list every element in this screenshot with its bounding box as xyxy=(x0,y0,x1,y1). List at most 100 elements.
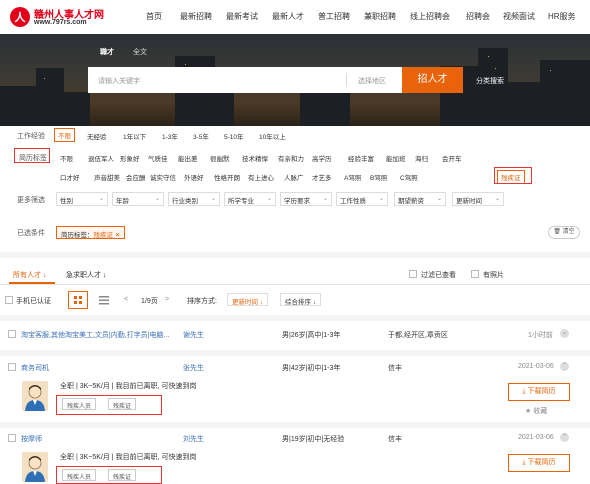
work-exp-option[interactable]: 3-5年 xyxy=(193,131,209,141)
filter-dropdown[interactable]: 工作性质 ⌄ xyxy=(336,192,388,206)
filter-viewed-checkbox[interactable] xyxy=(409,270,417,278)
area-select[interactable]: 选择地区 xyxy=(358,76,386,86)
has-photo-checkbox[interactable] xyxy=(471,270,479,278)
nav-parttime-jobs[interactable]: 兼职招聘 xyxy=(364,11,396,22)
resume-tag-option[interactable]: 退伍军人 xyxy=(88,153,114,163)
work-exp-option[interactable]: 5-10年 xyxy=(224,131,244,141)
resume-title[interactable]: 淘宝客服,其他淘宝美工,文员|内勤,打字员|电脑... xyxy=(21,330,169,340)
grid-view-button[interactable] xyxy=(68,291,88,309)
filter-dropdown[interactable]: 性别 ⌄ xyxy=(56,192,108,206)
prev-page-icon[interactable]: < xyxy=(124,296,128,303)
resume-tag-option[interactable]: 能出差 xyxy=(178,153,198,163)
work-exp-label: 工作经验 xyxy=(17,133,45,140)
resume-tag-option[interactable]: 人脉广 xyxy=(284,172,304,182)
resume-tag-option[interactable]: 会开车 xyxy=(442,153,462,163)
row-checkbox[interactable] xyxy=(8,330,16,338)
nav-latest-jobs[interactable]: 最新招聘 xyxy=(180,11,212,22)
filter-dropdown[interactable]: 行业类别 ⌄ xyxy=(168,192,220,206)
resume-tag-option[interactable]: 高学历 xyxy=(312,153,332,163)
resume-tag-option[interactable]: 口才好 xyxy=(60,172,80,182)
work-exp-option[interactable]: 不限 xyxy=(54,128,75,142)
favorite-button[interactable]: ★ 收藏 xyxy=(525,406,547,416)
avatar[interactable] xyxy=(22,381,48,411)
nav-latest-talent[interactable]: 最新人才 xyxy=(272,11,304,22)
next-page-icon[interactable]: > xyxy=(165,296,169,303)
row-checkbox[interactable] xyxy=(8,363,16,371)
section-gap xyxy=(0,252,590,258)
sort-overall-button[interactable]: 综合排序 ↓ xyxy=(280,293,322,306)
resume-tag-option[interactable]: 能加班 xyxy=(386,153,406,163)
resume-tag-option[interactable]: 技术精悍 xyxy=(242,153,268,163)
resume-tag-option[interactable]: 性格开朗 xyxy=(214,172,240,182)
verified-checkbox[interactable] xyxy=(5,296,13,304)
filter-dropdown[interactable]: 年龄 ⌄ xyxy=(112,192,164,206)
resume-tag-option[interactable]: 外语好 xyxy=(184,172,204,182)
filter-dropdown[interactable]: 所学专业 ⌄ xyxy=(224,192,276,206)
resume-tag-option[interactable]: B驾照 xyxy=(370,172,387,182)
resume-tag-option[interactable]: A驾照 xyxy=(344,172,361,182)
chevron-down-icon: ⌄ xyxy=(494,196,500,202)
resume-tag-option[interactable]: C驾照 xyxy=(400,172,418,182)
search-tab-talent[interactable]: 職才 xyxy=(100,47,114,57)
avatar[interactable] xyxy=(22,452,48,482)
resume-tag-option[interactable]: 声音甜美 xyxy=(94,172,120,182)
download-resume-button[interactable]: ⤓ 下载简历 xyxy=(508,383,570,401)
clear-button[interactable]: 🗑 清空 xyxy=(548,226,580,239)
person-icon xyxy=(25,385,45,411)
search-divider xyxy=(346,73,347,87)
nav-general-jobs[interactable]: 普工招聘 xyxy=(318,11,350,22)
search-button[interactable]: 招人才 xyxy=(402,67,463,93)
candidate-name[interactable]: 谢先生 xyxy=(183,330,204,340)
sort-down-icon: ↓ xyxy=(312,299,317,306)
svg-text:人: 人 xyxy=(15,10,27,24)
filter-dropdown[interactable]: 期望薪资 ⌄ xyxy=(394,192,446,206)
resume-tag-option[interactable]: 气质佳 xyxy=(148,153,168,163)
nav-hr-service[interactable]: HR服务 xyxy=(548,11,576,22)
search-input[interactable]: 请输入关键字 xyxy=(98,76,140,86)
selected-chip[interactable]: 简历标签：残疾证 ✕ xyxy=(56,226,126,239)
nav-online-fair[interactable]: 线上招聘会 xyxy=(410,11,450,22)
more-filters-label: 更多筛选 xyxy=(17,197,45,204)
logo-icon[interactable]: 人 xyxy=(9,6,31,28)
sort-label: 排序方式: xyxy=(187,298,217,305)
tab-urgent-talent[interactable]: 急求职人才 ↓ xyxy=(66,270,106,280)
search-tab-fulltext[interactable]: 全文 xyxy=(133,47,147,57)
row-checkbox[interactable] xyxy=(8,434,16,442)
nav-home[interactable]: 首页 xyxy=(146,11,162,22)
collapse-icon[interactable]: ⌃ xyxy=(560,362,569,371)
category-search-link[interactable]: 分类搜索 xyxy=(476,76,504,86)
resume-tag-option[interactable]: 经验丰富 xyxy=(348,153,374,163)
list-view-button[interactable] xyxy=(98,294,110,308)
nav-latest-exams[interactable]: 最新考试 xyxy=(226,11,258,22)
sort-down-icon: ↓ xyxy=(42,272,47,279)
resume-tag-option[interactable]: 诚实守信 xyxy=(150,172,176,182)
collapse-icon[interactable]: ⌃ xyxy=(560,433,569,442)
sort-by-time-button[interactable]: 更新时间 ↓ xyxy=(227,293,269,306)
resume-tag-option[interactable]: 形象好 xyxy=(120,153,140,163)
chevron-down-icon: ⌄ xyxy=(154,196,160,202)
resume-tag-option[interactable]: 有亲和力 xyxy=(278,153,304,163)
chip-remove-icon[interactable]: ✕ xyxy=(115,232,120,239)
work-exp-option[interactable]: 无经验 xyxy=(87,131,107,141)
work-exp-option[interactable]: 1年以下 xyxy=(123,131,146,141)
candidate-name[interactable]: 刘先生 xyxy=(183,434,204,444)
trash-icon: 🗑 xyxy=(553,229,561,235)
candidate-name[interactable]: 张先生 xyxy=(183,363,204,373)
resume-title[interactable]: 按摩师 xyxy=(21,434,42,444)
tab-all-talent[interactable]: 所有人才 ↓ xyxy=(13,270,46,280)
nav-job-fair[interactable]: 招聘会 xyxy=(466,11,490,22)
resume-tag-option[interactable]: 才艺多 xyxy=(312,172,332,182)
resume-tag-option[interactable]: 海归 xyxy=(415,153,428,163)
filter-dropdown[interactable]: 更新时间 ⌄ xyxy=(452,192,504,206)
resume-tag-option[interactable]: 不限 xyxy=(60,153,73,163)
download-resume-button[interactable]: ⤓ 下载简历 xyxy=(508,454,570,472)
resume-tag-option[interactable]: 很幽默 xyxy=(210,153,230,163)
resume-tag-option[interactable]: 有上进心 xyxy=(248,172,274,182)
filter-dropdown[interactable]: 学历要求 ⌄ xyxy=(280,192,332,206)
resume-title[interactable]: 商务司机 xyxy=(21,363,49,373)
resume-tag-option[interactable]: 会应酬 xyxy=(126,172,146,182)
work-exp-option[interactable]: 1-3年 xyxy=(162,131,178,141)
nav-video-interview[interactable]: 视频面试 xyxy=(503,11,535,22)
expand-icon[interactable]: ⌄ xyxy=(560,329,569,338)
work-exp-option[interactable]: 10年以上 xyxy=(259,131,286,141)
